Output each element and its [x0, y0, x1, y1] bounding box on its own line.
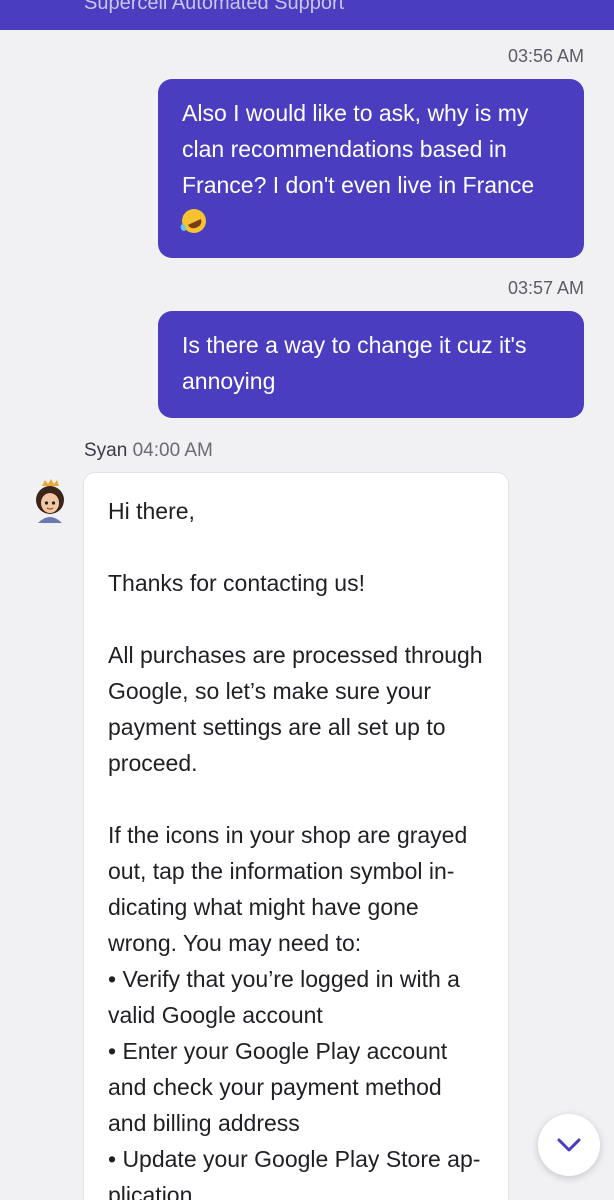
agent-timestamp: 04:00 AM	[132, 440, 213, 461]
agent-greeting: Hi there,	[108, 498, 195, 524]
laughing-emoji-icon	[178, 205, 210, 237]
agent-name: Syan	[84, 440, 128, 461]
scroll-to-bottom-button[interactable]	[538, 1114, 600, 1176]
user-message-bubble: Also I would like to ask, why is my clan…	[158, 79, 584, 258]
agent-thanks: Thanks for contacting us!	[108, 570, 365, 596]
agent-message-bubble: Hi there, Thanks for contacting us! All …	[83, 472, 509, 1200]
chevron-down-icon	[557, 1138, 581, 1152]
agent-meta: Syan 04:00 AM	[84, 440, 213, 462]
user-message-text: Also I would like to ask, why is my clan…	[182, 100, 535, 198]
agent-bullet: • Enter your Google Play account and che…	[108, 1038, 448, 1136]
chat-screen: Supercell Automated Support 03:56 AM Als…	[0, 0, 614, 1200]
header-title: Supercell Automated Support	[84, 0, 345, 14]
agent-paragraph: If the icons in your shop are grayed out…	[108, 822, 468, 956]
agent-bullet: • Update your Google Play Store ap­plica…	[108, 1146, 481, 1200]
agent-paragraph: All purchases are processed through Goog…	[108, 642, 483, 776]
message-timestamp: 03:57 AM	[507, 278, 584, 298]
agent-bullet: • Verify that you’re logged in with a va…	[108, 966, 460, 1028]
agent-avatar	[30, 477, 70, 523]
user-message-bubble: Is there a way to change it cuz it's ann…	[158, 311, 584, 418]
user-message-text: Is there a way to change it cuz it's ann…	[182, 332, 527, 394]
message-timestamp: 03:56 AM	[507, 46, 584, 66]
chat-header: Supercell Automated Support	[0, 0, 614, 30]
